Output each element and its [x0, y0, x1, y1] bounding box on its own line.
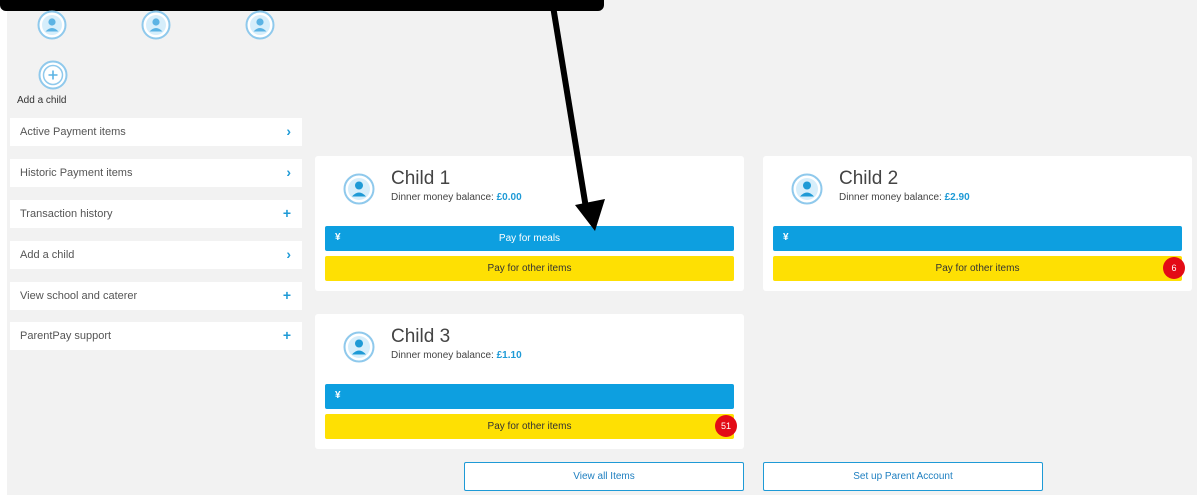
- view-all-items-button[interactable]: View all Items: [464, 462, 744, 491]
- pay-for-other-items-label: Pay for other items: [935, 263, 1020, 274]
- pay-for-other-items-button[interactable]: Pay for other items 6: [773, 256, 1185, 281]
- balance-amount: £0.00: [496, 192, 522, 203]
- notification-badge: 6: [1163, 257, 1185, 279]
- add-circle-icon[interactable]: [38, 60, 68, 90]
- notification-badge: 51: [715, 415, 737, 437]
- pay-for-other-items-button[interactable]: Pay for other items 51: [325, 414, 737, 439]
- view-all-items-label: View all Items: [573, 471, 635, 482]
- add-child-label: Add a child: [17, 95, 67, 106]
- menu-item-label: Historic Payment items: [20, 167, 133, 179]
- child-avatar-icon[interactable]: [245, 10, 275, 40]
- menu-item-historic-payment-items[interactable]: Historic Payment items ›: [10, 159, 302, 187]
- menu-item-label: Active Payment items: [20, 126, 126, 138]
- menu-item-parentpay-support[interactable]: ParentPay support +: [10, 322, 302, 350]
- plus-icon: +: [282, 287, 291, 303]
- chevron-right-icon: ›: [286, 164, 291, 180]
- pay-for-other-items-button[interactable]: Pay for other items: [325, 256, 734, 281]
- menu-item-label: ParentPay support: [20, 330, 112, 342]
- cutlery-icon: ¥: [335, 390, 341, 401]
- child-avatar-icon[interactable]: [141, 10, 171, 40]
- set-up-parent-account-button[interactable]: Set up Parent Account: [763, 462, 1043, 491]
- pay-for-other-items-label: Pay for other items: [487, 263, 572, 274]
- menu-item-label: Add a child: [20, 249, 75, 261]
- child-card: Child 1 Dinner money balance: £0.00 ¥ Pa…: [315, 156, 744, 291]
- dinner-money-balance: Dinner money balance: £1.10: [391, 350, 522, 361]
- cutlery-icon: ¥: [783, 232, 789, 243]
- balance-label: Dinner money balance:: [839, 192, 942, 203]
- set-up-parent-account-label: Set up Parent Account: [853, 471, 953, 482]
- pay-for-meals-button[interactable]: ¥: [773, 226, 1182, 251]
- balance-amount: £2.90: [944, 192, 970, 203]
- pay-for-meals-label: Pay for meals: [498, 233, 561, 244]
- menu-item-view-school-and-caterer[interactable]: View school and caterer +: [10, 282, 302, 310]
- dinner-money-balance: Dinner money balance: £2.90: [839, 192, 970, 203]
- child-name: Child 3: [391, 326, 451, 347]
- menu-item-label: Transaction history: [20, 208, 113, 220]
- pay-for-meals-button[interactable]: ¥ Pay for meals: [325, 226, 734, 251]
- menu-item-label: View school and caterer: [20, 290, 138, 302]
- chevron-right-icon: ›: [286, 246, 291, 262]
- child-name: Child 2: [839, 168, 899, 189]
- balance-amount: £1.10: [496, 350, 522, 361]
- menu-item-active-payment-items[interactable]: Active Payment items ›: [10, 118, 302, 146]
- balance-label: Dinner money balance:: [391, 192, 494, 203]
- child-avatar-icon: [791, 173, 823, 205]
- plus-icon: +: [282, 327, 291, 343]
- child-avatar-icon: [343, 331, 375, 363]
- child-avatar-icon[interactable]: [37, 10, 67, 40]
- plus-icon: +: [282, 205, 291, 221]
- child-card: Child 2 Dinner money balance: £2.90 ¥ Pa…: [763, 156, 1192, 291]
- dinner-money-balance: Dinner money balance: £0.00: [391, 192, 522, 203]
- pay-for-other-items-label: Pay for other items: [487, 421, 572, 432]
- redacted-bar: [0, 0, 604, 11]
- balance-label: Dinner money balance:: [391, 350, 494, 361]
- chevron-right-icon: ›: [286, 123, 291, 139]
- pay-for-meals-button[interactable]: ¥: [325, 384, 734, 409]
- child-name: Child 1: [391, 168, 451, 189]
- menu-item-transaction-history[interactable]: Transaction history +: [10, 200, 302, 228]
- child-card: Child 3 Dinner money balance: £1.10 ¥ Pa…: [315, 314, 744, 449]
- child-avatar-icon: [343, 173, 375, 205]
- menu-item-add-a-child[interactable]: Add a child ›: [10, 241, 302, 269]
